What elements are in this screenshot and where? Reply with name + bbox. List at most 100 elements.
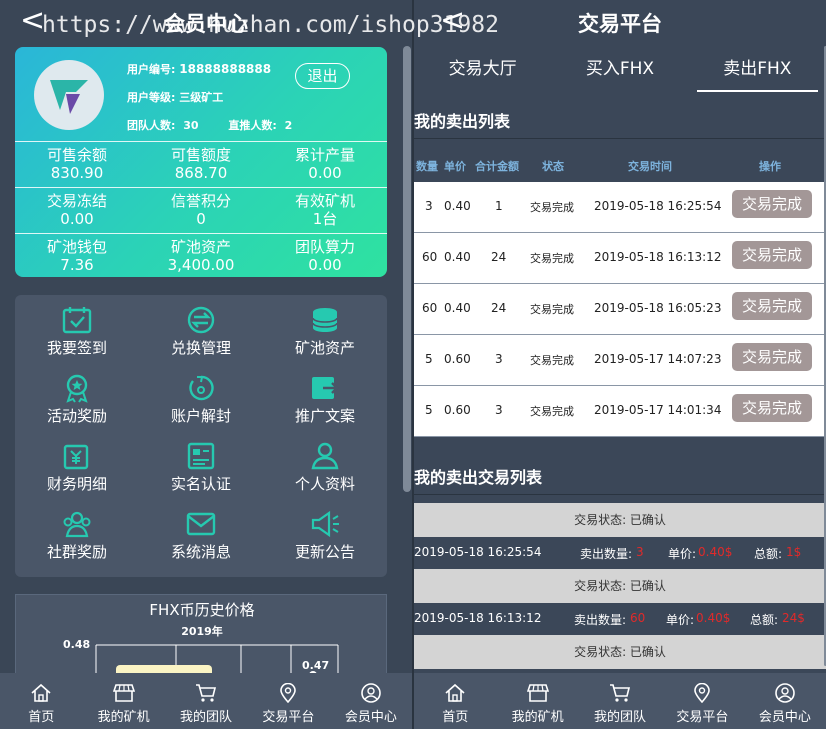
tab-trade[interactable]: 交易平台 xyxy=(661,673,743,729)
section-divider xyxy=(414,138,826,139)
menu-item-system-message[interactable]: 系统消息 xyxy=(139,501,263,569)
stat-label: 矿池资产 xyxy=(170,238,231,256)
table-row: 5 0.60 3 交易完成 2019-05-17 14:01:34 交易完成 xyxy=(414,386,826,437)
cell-total: 3 xyxy=(495,403,503,417)
trade-platform-panel: < 交易平台 交易大厅 买入FHX 卖出FHX 我的卖出列表 数量 单价 合计金… xyxy=(414,0,826,729)
trade-status-row: 交易状态: 已确认 xyxy=(414,569,826,603)
menu-item-promo-copy[interactable]: 推广文案 xyxy=(263,365,387,433)
stats-row: 矿池钱包 7.36 矿池资产 3,400.00 团队算力 0.00 xyxy=(15,233,387,277)
team-count-label: 团队人数: xyxy=(127,119,176,132)
tab-my-team[interactable]: 我的团队 xyxy=(165,673,247,729)
cell-price: 0.40 xyxy=(444,250,471,264)
tab-member[interactable]: 会员中心 xyxy=(744,673,826,729)
home-icon xyxy=(445,683,465,702)
menu-item-profile[interactable]: 个人资料 xyxy=(263,433,387,501)
cell-time: 2019-05-18 16:25:54 xyxy=(594,199,722,213)
tab-buy-fhx[interactable]: 买入FHX xyxy=(551,46,688,92)
trade-total-value: 24$ xyxy=(782,611,805,625)
user-level-value: 三级矿工 xyxy=(179,91,224,104)
location-icon xyxy=(280,683,297,703)
tab-my-team[interactable]: 我的团队 xyxy=(579,673,661,729)
column-header: 状态 xyxy=(542,160,564,173)
stat-cell: 交易冻结 0.00 xyxy=(15,188,139,233)
stat-value: 3,400.00 xyxy=(167,256,235,274)
stat-label: 信誉积分 xyxy=(170,192,231,210)
share-icon xyxy=(312,377,339,399)
direct-count-label: 直推人数: xyxy=(228,119,277,132)
stats-grid: 可售余额 830.90 可售额度 868.70 累计产量 0.00 交易冻结 0.00 … xyxy=(15,141,387,277)
trade-complete-button[interactable]: 交易完成 xyxy=(732,343,812,371)
tab-label: 首页 xyxy=(28,710,55,725)
menu-item-exchange[interactable]: 兑换管理 xyxy=(139,297,263,365)
stat-value: 0 xyxy=(196,210,206,228)
mail-icon xyxy=(186,512,216,536)
cell-qty: 60 xyxy=(422,301,438,315)
trade-price-value: 0.40$ xyxy=(698,545,733,559)
trade-price-label: 单价: xyxy=(666,613,695,627)
menu-item-label: 系统消息 xyxy=(170,543,231,561)
scrollbar[interactable] xyxy=(403,46,411,492)
tab-home[interactable]: 首页 xyxy=(0,673,82,729)
trade-qty-value: 60 xyxy=(630,611,646,625)
trade-complete-button[interactable]: 交易完成 xyxy=(732,292,812,320)
cell-total: 24 xyxy=(491,301,507,315)
menu-item-real-name[interactable]: 实名认证 xyxy=(139,433,263,501)
stat-cell: 信誉积分 0 xyxy=(139,188,263,233)
bottom-tabbar-right: 首页 我的矿机 我的团队 交易平台 会员中心 xyxy=(414,673,826,729)
menu-item-activity-reward[interactable]: 活动奖励 xyxy=(15,365,139,433)
table-row: 5 0.60 3 交易完成 2019-05-17 14:07:23 交易完成 xyxy=(414,335,826,386)
cell-status: 交易完成 xyxy=(530,405,574,418)
trade-complete-button[interactable]: 交易完成 xyxy=(732,394,812,422)
table-row: 3 0.40 1 交易完成 2019-05-18 16:25:54 交易完成 xyxy=(414,182,826,233)
trade-complete-button[interactable]: 交易完成 xyxy=(732,241,812,269)
cart-icon xyxy=(196,684,217,702)
stats-row: 交易冻结 0.00 信誉积分 0 有效矿机 1台 xyxy=(15,187,387,233)
data-label-1: 0.47 xyxy=(302,659,329,672)
tab-my-miner[interactable]: 我的矿机 xyxy=(496,673,578,729)
trade-status-row: 交易状态: 已确认 xyxy=(414,635,826,669)
user-level-label: 用户等级: xyxy=(127,91,176,104)
menu-item-label: 兑换管理 xyxy=(170,339,231,357)
trade-price-label: 单价: xyxy=(668,547,697,561)
trade-qty-label: 卖出数量: xyxy=(580,547,633,561)
menu-item-sign-in[interactable]: 我要签到 xyxy=(15,297,139,365)
menu-item-community-reward[interactable]: 社群奖励 xyxy=(15,501,139,569)
tab-member[interactable]: 会员中心 xyxy=(330,673,412,729)
team-row: 团队人数: 30 直推人数: 2 xyxy=(127,117,292,133)
stat-value: 868.70 xyxy=(174,164,228,182)
column-header: 单价 xyxy=(444,160,466,173)
megaphone-icon xyxy=(311,510,339,538)
tab-sell-fhx[interactable]: 卖出FHX xyxy=(689,46,826,92)
cell-total: 3 xyxy=(495,352,503,366)
logout-button[interactable]: 退出 xyxy=(295,63,350,89)
tab-my-miner[interactable]: 我的矿机 xyxy=(82,673,164,729)
column-header: 合计金额 xyxy=(475,160,519,173)
tab-trade-hall[interactable]: 交易大厅 xyxy=(414,46,551,92)
cell-time: 2019-05-18 16:05:23 xyxy=(594,301,722,315)
cell-status: 交易完成 xyxy=(530,303,574,316)
shop-icon xyxy=(112,684,135,702)
menu-item-update-notice[interactable]: 更新公告 xyxy=(263,501,387,569)
tab-label: 交易平台 xyxy=(262,710,315,725)
trade-total-label: 总额: xyxy=(754,547,783,561)
cell-qty: 3 xyxy=(425,199,433,213)
user-id-value: 18888888888 xyxy=(179,62,272,76)
tab-home[interactable]: 首页 xyxy=(414,673,496,729)
trade-complete-button[interactable]: 交易完成 xyxy=(732,190,812,218)
calendar-check-icon xyxy=(62,307,92,334)
cell-time: 2019-05-17 14:07:23 xyxy=(594,352,722,366)
menu-item-label: 推广文案 xyxy=(294,407,355,425)
stat-label: 有效矿机 xyxy=(294,192,355,210)
menu-item-finance-detail[interactable]: 财务明细 xyxy=(15,433,139,501)
tab-label: 我的团队 xyxy=(180,710,233,725)
stat-cell: 矿池资产 3,400.00 xyxy=(139,234,263,277)
tab-label: 会员中心 xyxy=(758,710,811,725)
menu-item-label: 我要签到 xyxy=(46,339,107,357)
function-menu: 我要签到 兑换管理 矿池资产 活动奖励 账户解封 推广文案 财务明细 实名认证 … xyxy=(15,295,387,577)
watermark: https://www.huzhan.com/ishop31982 xyxy=(42,12,499,38)
stat-cell: 可售余额 830.90 xyxy=(15,142,139,187)
menu-item-account-unlock[interactable]: 账户解封 xyxy=(139,365,263,433)
menu-item-pool-assets[interactable]: 矿池资产 xyxy=(263,297,387,365)
data-label-0: 0.48 xyxy=(63,638,90,651)
tab-trade[interactable]: 交易平台 xyxy=(247,673,329,729)
